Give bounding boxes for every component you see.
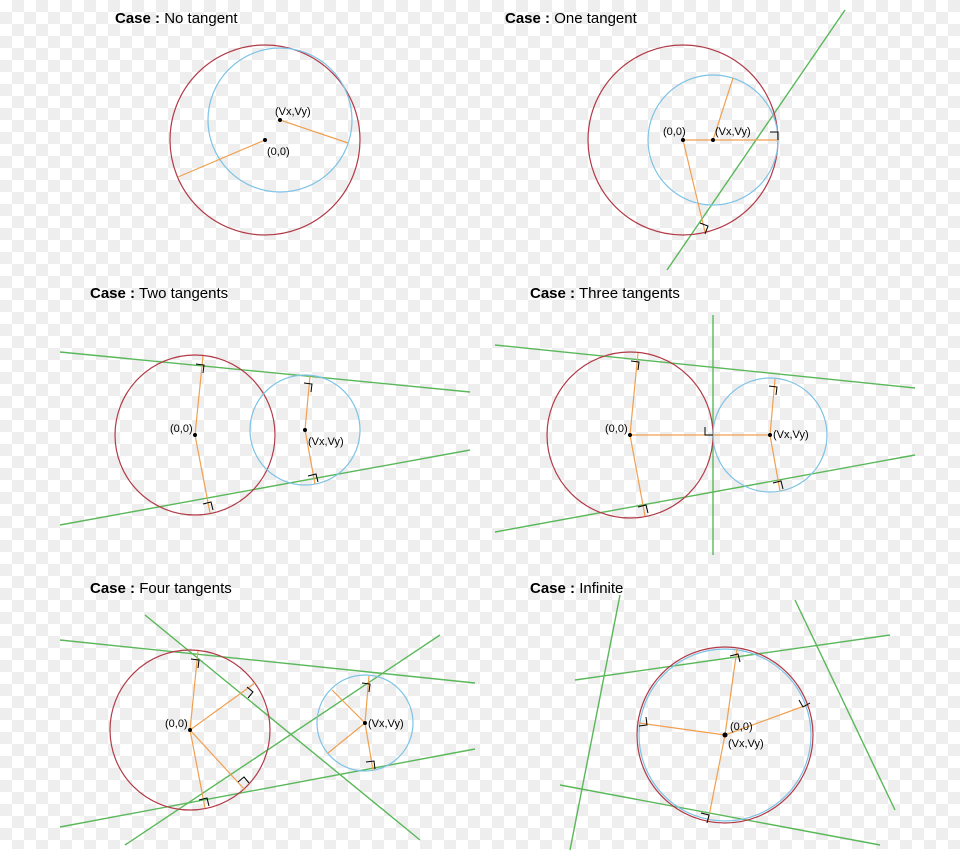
title-prefix: Case : xyxy=(530,285,575,302)
label-origin: (0,0) xyxy=(165,718,188,730)
label-v: (Vx,Vy) xyxy=(308,436,344,448)
title-main: Four tangents xyxy=(139,580,232,597)
right-angle-icon xyxy=(203,502,213,510)
dot-origin xyxy=(193,433,197,437)
tangent-bottom xyxy=(60,450,470,525)
case-title: Case : Two tangents xyxy=(90,285,228,302)
label-v: (Vx,Vy) xyxy=(368,718,404,730)
right-angle-icon xyxy=(773,481,783,489)
dot-origin xyxy=(263,138,267,142)
radius-2 xyxy=(708,735,725,821)
title-main: Three tangents xyxy=(579,285,680,302)
label-v: (Vx,Vy) xyxy=(715,126,751,138)
right-angle-icon xyxy=(308,474,318,482)
radius-o-top xyxy=(190,651,198,730)
radius-origin-bot xyxy=(630,435,645,516)
dot-v xyxy=(711,138,715,142)
tangent-ext-bot xyxy=(60,749,475,827)
label-v: (Vx,Vy) xyxy=(728,738,764,750)
figure-four-tangents: (0,0) (Vx,Vy) xyxy=(60,605,490,855)
right-angle-icon xyxy=(770,132,778,140)
dot-origin xyxy=(188,728,192,732)
radius-v xyxy=(280,120,348,143)
radius-origin xyxy=(178,140,265,177)
title-prefix: Case : xyxy=(90,580,135,597)
tangent-top xyxy=(495,345,915,388)
dot-origin xyxy=(628,433,632,437)
title-prefix: Case : xyxy=(90,285,135,302)
label-origin: (0,0) xyxy=(730,721,753,733)
radius-origin-top xyxy=(630,353,638,435)
figure-two-tangents: (0,0) (Vx,Vy) xyxy=(60,310,490,540)
label-origin: (0,0) xyxy=(267,146,290,158)
right-angle-icon xyxy=(769,386,777,395)
right-angle-icon xyxy=(191,659,199,668)
radius-origin-bot xyxy=(195,435,210,513)
tangent-bottom xyxy=(495,455,915,532)
radius-v-top xyxy=(770,379,775,435)
right-angle-icon xyxy=(304,383,312,392)
right-angle-icon xyxy=(631,361,639,370)
figure-infinite: (0,0) (Vx,Vy) xyxy=(560,595,920,855)
figure-one-tangent: (0,0) (Vx,Vy) xyxy=(565,20,925,270)
tangent-top xyxy=(60,352,470,392)
radius-v-int1 xyxy=(328,723,365,753)
right-angle-icon xyxy=(638,505,648,513)
radius-o-int2 xyxy=(190,730,245,790)
tangent-int-1 xyxy=(125,635,440,845)
title-prefix: Case : xyxy=(505,10,550,27)
dot-origin xyxy=(681,138,685,142)
radius-v-bot xyxy=(365,723,373,770)
dot-v xyxy=(278,118,282,122)
dot-v xyxy=(363,721,367,725)
tangent-line xyxy=(575,635,890,680)
tangent-line xyxy=(795,600,895,810)
dot-v xyxy=(303,428,307,432)
case-title: Case : Four tangents xyxy=(90,580,232,597)
case-title: Case : Three tangents xyxy=(530,285,680,302)
right-angle-icon xyxy=(705,427,713,435)
radius-3 xyxy=(639,723,725,735)
tangent-ext-top xyxy=(60,640,475,683)
diagram-page: Case : No tangent (0,0) (Vx,Vy) Case : O… xyxy=(0,0,960,849)
dot-v xyxy=(768,433,772,437)
label-origin: (0,0) xyxy=(663,126,686,138)
label-origin: (0,0) xyxy=(605,423,628,435)
radius-v-int2 xyxy=(332,690,365,723)
tangent-line xyxy=(560,785,880,845)
figure-no-tangent: (0,0) (Vx,Vy) xyxy=(135,25,395,255)
radius-o-int1 xyxy=(190,683,255,730)
radius-origin-top xyxy=(195,356,203,435)
radius-origin-extra xyxy=(683,140,705,232)
tangent-line xyxy=(570,595,620,850)
label-v: (Vx,Vy) xyxy=(773,429,809,441)
label-v: (Vx,Vy) xyxy=(275,106,311,118)
dot-origin xyxy=(723,733,728,738)
figure-three-tangents: (0,0) (Vx,Vy) xyxy=(495,310,935,560)
title-main: Two tangents xyxy=(139,285,228,302)
label-origin: (0,0) xyxy=(170,423,193,435)
right-angle-icon xyxy=(238,777,249,783)
